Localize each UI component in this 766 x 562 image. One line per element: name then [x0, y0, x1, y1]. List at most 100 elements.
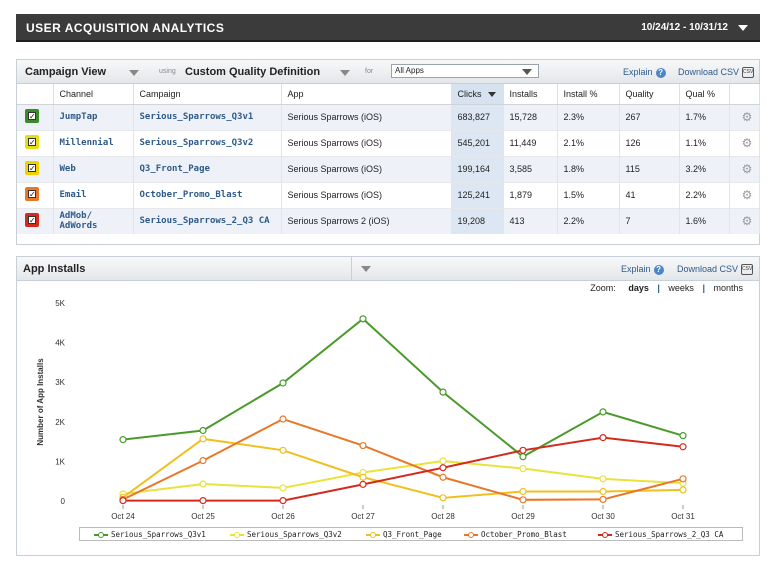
col-channel[interactable]: Channel [53, 84, 134, 105]
legend-item[interactable]: Q3_Front_Page [366, 530, 442, 539]
qual-pct-cell: 2.2% [679, 181, 730, 208]
channel-link[interactable]: Web [53, 155, 134, 182]
row-checkbox-cell[interactable]: ✓ [17, 181, 54, 208]
legend-marker-icon [366, 531, 380, 539]
installs-panel: App Installs Explain? Download CSV CSV Zo… [16, 256, 760, 556]
row-checkbox-cell[interactable]: ✓ [17, 207, 54, 234]
explain-link[interactable]: Explain? [623, 67, 666, 78]
data-point [679, 475, 687, 483]
gear-icon[interactable]: ⚙ [729, 103, 760, 130]
series-line [122, 317, 684, 458]
campaign-link[interactable]: Serious_Sparrows_2_Q3 CA [133, 207, 282, 234]
legend-label: Q3_Front_Page [383, 530, 442, 539]
table-row[interactable]: ✓ Web Q3_Front_Page Serious Sparrows (iOS) 1… [17, 155, 760, 182]
table-row[interactable]: ✓ Email October_Promo_Blast Serious Sparrow… [17, 181, 760, 208]
legend-item[interactable]: Serious_Sparrows_2_Q3 CA [598, 530, 723, 539]
quality-definition-selector[interactable]: Custom Quality Definition [185, 66, 320, 78]
col-campaign[interactable]: Campaign [133, 84, 282, 105]
series-checkbox[interactable]: ✓ [25, 213, 39, 228]
y-tick-label: 2K [55, 418, 65, 427]
data-point [199, 426, 207, 435]
x-tick-label: Oct 31 [671, 512, 695, 521]
check-icon: ✓ [28, 190, 36, 199]
chevron-down-icon [361, 266, 371, 272]
app-filter-value: All Apps [395, 66, 424, 75]
legend-label: Serious_Sparrows_Q3v1 [111, 530, 206, 539]
y-tick-label: 3K [55, 378, 65, 387]
campaign-link[interactable]: Serious_Sparrows_Q3v2 [133, 129, 282, 156]
data-point [519, 453, 527, 461]
legend-label: October_Promo_Blast [481, 530, 567, 539]
clicks-cell: 125,241 [451, 181, 504, 208]
col-clicks[interactable]: Clicks [451, 84, 504, 105]
gear-icon[interactable]: ⚙ [729, 181, 760, 208]
view-selector[interactable]: Campaign View [25, 66, 106, 78]
app-installs-chart: 0 1K 2K 3K 4K 5K Number of App Installs Oct 24 O… [36, 299, 695, 521]
data-point [279, 379, 287, 387]
quality-cell: 7 [619, 207, 680, 234]
series-checkbox[interactable]: ✓ [25, 161, 39, 175]
col-qual-pct[interactable]: Qual % [679, 84, 730, 105]
app-cell: Serious Sparrows (iOS) [281, 155, 452, 182]
gear-icon[interactable]: ⚙ [729, 207, 760, 234]
channel-link[interactable]: AdMob/AdWords [53, 207, 134, 234]
data-point [519, 487, 527, 496]
row-checkbox-cell[interactable]: ✓ [17, 103, 54, 130]
data-point [679, 486, 687, 494]
channel-link[interactable]: Email [53, 181, 134, 208]
campaign-link[interactable]: October_Promo_Blast [133, 181, 282, 208]
y-tick-label: 4K [55, 339, 65, 348]
quality-cell: 115 [619, 155, 680, 182]
gear-icon[interactable]: ⚙ [729, 155, 760, 182]
data-point [279, 497, 287, 505]
row-checkbox-cell[interactable]: ✓ [17, 129, 54, 156]
definition-dropdown-icon[interactable] [340, 70, 350, 76]
date-range[interactable]: 10/24/12 - 10/31/12 [641, 22, 728, 33]
clicks-cell: 199,164 [451, 155, 504, 182]
channel-link[interactable]: JumpTap [53, 103, 134, 130]
table-row[interactable]: ✓ AdMob/AdWords Serious_Sparrows_2_Q3 CA Se… [17, 207, 760, 234]
data-point [599, 475, 607, 483]
gear-icon[interactable]: ⚙ [729, 129, 760, 156]
csv-icon: CSV [741, 264, 754, 276]
view-dropdown-icon[interactable] [129, 70, 139, 76]
installs-menu-button[interactable] [351, 257, 379, 281]
explain-label-2: Explain [621, 264, 651, 274]
legend-marker-icon [598, 531, 612, 539]
col-install-pct[interactable]: Install % [557, 84, 620, 105]
app-cell: Serious Sparrows (iOS) [281, 129, 452, 156]
y-tick-label: 0 [61, 497, 66, 506]
data-point [359, 315, 367, 323]
channel-link[interactable]: Millennial [53, 129, 134, 156]
legend-item[interactable]: Serious_Sparrows_Q3v1 [94, 530, 206, 539]
download-csv-link-2[interactable]: Download CSV CSV [677, 264, 754, 276]
app-filter-select[interactable]: All Apps [391, 64, 539, 78]
app-cell: Serious Sparrows (iOS) [281, 181, 452, 208]
date-range-dropdown-icon[interactable] [738, 25, 748, 31]
clicks-cell: 19,208 [451, 207, 504, 234]
legend-item[interactable]: Serious_Sparrows_Q3v2 [230, 530, 342, 539]
installs-toolbar: App Installs Explain? Download CSV CSV [17, 257, 759, 281]
explain-link-2[interactable]: Explain? [621, 264, 664, 275]
quality-cell: 41 [619, 181, 680, 208]
series-checkbox[interactable]: ✓ [25, 135, 39, 149]
series-checkbox[interactable]: ✓ [25, 109, 39, 123]
table-row[interactable]: ✓ Millennial Serious_Sparrows_Q3v2 Serious … [17, 129, 760, 156]
qual-pct-cell: 1.7% [679, 103, 730, 130]
row-checkbox-cell[interactable]: ✓ [17, 155, 54, 182]
campaign-link[interactable]: Q3_Front_Page [133, 155, 282, 182]
x-tick-label: Oct 28 [431, 512, 455, 521]
col-quality[interactable]: Quality [619, 84, 680, 105]
col-app[interactable]: App [281, 84, 452, 105]
installs-cell: 1,879 [503, 181, 558, 208]
table-row[interactable]: ✓ JumpTap Serious_Sparrows_Q3v1 Serious Spa… [17, 103, 760, 130]
data-point [439, 494, 447, 502]
installs-cell: 413 [503, 207, 558, 234]
using-label: using [159, 68, 176, 75]
legend-item[interactable]: October_Promo_Blast [464, 530, 567, 539]
series-checkbox[interactable]: ✓ [25, 187, 39, 201]
col-installs[interactable]: Installs [503, 84, 558, 105]
data-point [119, 497, 127, 505]
download-csv-link[interactable]: Download CSV CSV [678, 67, 755, 79]
campaign-link[interactable]: Serious_Sparrows_Q3v1 [133, 103, 282, 130]
